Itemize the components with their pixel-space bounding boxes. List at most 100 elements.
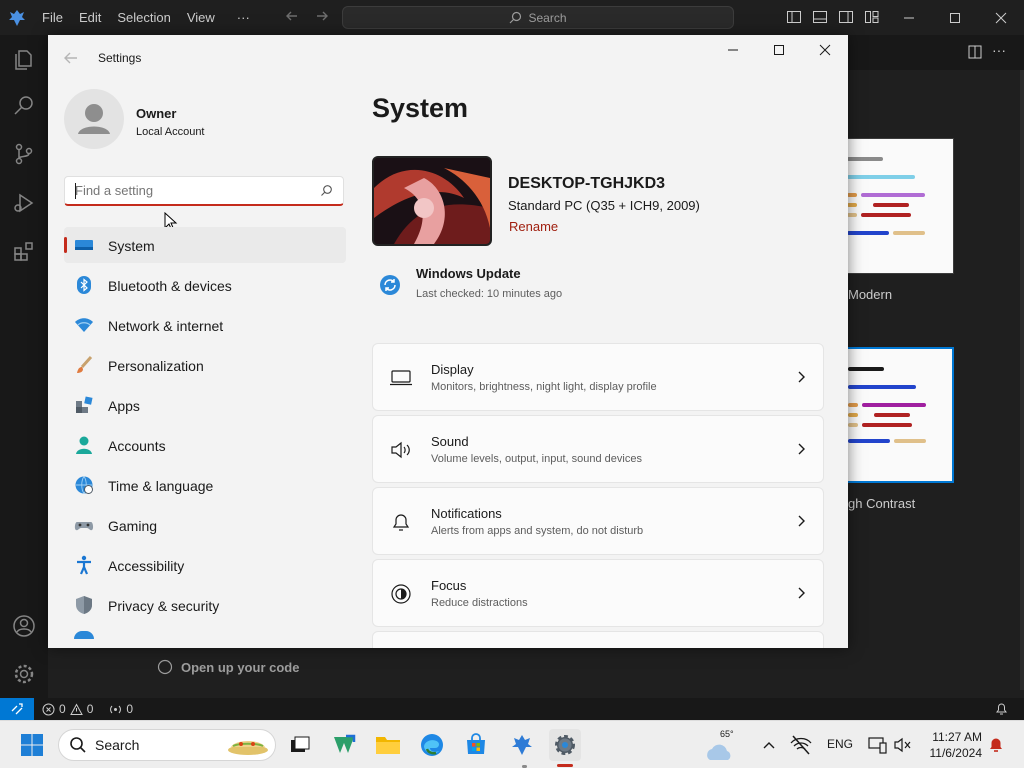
minimize-icon <box>728 49 738 51</box>
menu-file[interactable]: File <box>34 0 71 35</box>
vscode-minimize-button[interactable] <box>886 0 932 35</box>
vscode-maximize-button[interactable] <box>932 0 978 35</box>
menu-selection[interactable]: Selection <box>109 0 178 35</box>
theme-preview-high-contrast[interactable] <box>846 347 954 483</box>
notification-bell-icon[interactable] <box>988 736 1004 754</box>
avatar[interactable] <box>64 89 124 149</box>
settings-card-sound[interactable]: Sound Volume levels, output, input, soun… <box>372 415 824 483</box>
windows-update-status: Last checked: 10 minutes ago <box>416 288 563 300</box>
rename-link[interactable]: Rename <box>509 219 558 234</box>
nav-label: System <box>108 238 155 254</box>
nav-item-network[interactable]: Network & internet <box>64 307 346 343</box>
nav-item-personalization[interactable]: Personalization <box>64 347 346 383</box>
nav-item-accessibility[interactable]: Accessibility <box>64 547 346 583</box>
text-caret <box>75 183 76 199</box>
accessibility-icon <box>77 555 91 575</box>
weather-cloud-icon[interactable] <box>704 735 740 767</box>
taskbar-app-vscode-insiders[interactable] <box>328 729 360 761</box>
settings-search-input[interactable] <box>75 183 305 198</box>
taskbar-app-file-explorer[interactable] <box>372 729 404 761</box>
device-name: DESKTOP-TGHJKD3 <box>508 175 666 192</box>
chevron-up-icon[interactable] <box>762 739 776 751</box>
vscode-close-button[interactable] <box>978 0 1024 35</box>
taskbar-clock[interactable]: 11:27 AM 11/6/2024 <box>922 729 983 761</box>
settings-search-box[interactable] <box>64 176 344 206</box>
theme-preview-modern[interactable] <box>846 138 954 274</box>
monitor-icon <box>390 370 412 386</box>
settings-window-title: Settings <box>98 51 142 65</box>
toggle-panel-icon[interactable] <box>812 9 828 25</box>
taskbar-search-box[interactable]: Search <box>58 729 276 761</box>
nav-forward-icon[interactable] <box>314 8 330 24</box>
nav-item-gaming[interactable]: Gaming <box>64 507 346 543</box>
menu-more[interactable]: ··· <box>223 0 258 35</box>
network-disconnected-icon[interactable] <box>790 735 812 755</box>
visual-studio-icon <box>334 734 356 753</box>
accounts-icon[interactable] <box>12 614 36 638</box>
nav-item-accounts[interactable]: Accounts <box>64 427 346 463</box>
source-control-icon[interactable] <box>12 142 36 166</box>
settings-close-button[interactable] <box>802 35 848 65</box>
toggle-primary-sidebar-icon[interactable] <box>786 9 802 25</box>
vscode-title-bar: File Edit Selection View ··· Search <box>0 0 1024 35</box>
windows-update-title[interactable]: Windows Update <box>416 266 521 281</box>
vscode-logo-icon <box>0 0 34 35</box>
nav-item-time-language[interactable]: Time & language <box>64 467 346 503</box>
windows-start-icon[interactable] <box>20 733 44 757</box>
language-indicator[interactable]: ENG <box>827 737 853 751</box>
volume-muted-icon[interactable] <box>894 737 912 753</box>
wallpaper-image <box>374 158 490 244</box>
menu-edit[interactable]: Edit <box>71 0 109 35</box>
extensions-icon[interactable] <box>12 240 36 264</box>
remote-indicator[interactable] <box>0 698 34 720</box>
customize-layout-icon[interactable] <box>864 9 880 25</box>
taskbar-app-settings[interactable] <box>549 729 581 761</box>
nav-item-privacy-security[interactable]: Privacy & security <box>64 587 346 623</box>
search-view-icon[interactable] <box>12 94 36 118</box>
apps-icon <box>76 396 93 413</box>
search-icon <box>70 737 86 753</box>
run-debug-icon[interactable] <box>12 191 36 215</box>
taskbar-task-view[interactable] <box>284 729 316 761</box>
settings-card-partial[interactable] <box>372 631 824 648</box>
bell-icon <box>392 514 410 531</box>
settings-card-display[interactable]: Display Monitors, brightness, night ligh… <box>372 343 824 411</box>
editor-scrollbar[interactable] <box>1020 70 1024 690</box>
settings-card-focus[interactable]: Focus Reduce distractions <box>372 559 824 627</box>
nav-label: Privacy & security <box>108 598 220 614</box>
manage-gear-icon[interactable] <box>12 662 36 686</box>
split-editor-icon[interactable] <box>968 45 982 59</box>
gamepad-icon <box>74 522 94 531</box>
nav-item-bluetooth-devices[interactable]: Bluetooth & devices <box>64 267 346 303</box>
settings-minimize-button[interactable] <box>710 35 756 65</box>
nav-back-icon[interactable] <box>284 8 300 24</box>
windows-update-icon[interactable] <box>379 274 401 296</box>
settings-card-notifications[interactable]: Notifications Alerts from apps and syste… <box>372 487 824 555</box>
display-switch-icon[interactable] <box>868 735 888 755</box>
explorer-icon[interactable] <box>12 48 36 72</box>
nav-item-apps[interactable]: Apps <box>64 387 346 423</box>
back-arrow-icon[interactable] <box>62 49 80 67</box>
menu-view[interactable]: View <box>179 0 223 35</box>
warning-icon <box>69 702 83 715</box>
broadcast-icon <box>110 705 122 713</box>
taskbar-app-store[interactable] <box>460 729 492 761</box>
user-silhouette-icon <box>78 104 110 134</box>
problems-indicator[interactable]: 0 0 <box>42 702 93 716</box>
command-center-search[interactable]: Search <box>342 6 734 29</box>
nav-item-system[interactable]: System <box>64 227 346 263</box>
toggle-secondary-sidebar-icon[interactable] <box>838 9 854 25</box>
taskbar-app-edge[interactable] <box>416 729 448 761</box>
taskbar-search-label: Search <box>95 737 140 753</box>
task-view-icon <box>291 736 310 752</box>
more-actions-icon[interactable]: ··· <box>992 42 1006 58</box>
error-count: 0 <box>59 702 66 716</box>
search-icon <box>321 185 332 196</box>
card-description: Monitors, brightness, night light, displ… <box>431 381 657 393</box>
notifications-bell-icon[interactable] <box>995 702 1008 716</box>
nav-label: Accessibility <box>108 558 185 574</box>
taskbar-app-vscode[interactable] <box>506 729 538 761</box>
open-code-checkbox[interactable]: Open up your code <box>157 659 299 675</box>
ports-indicator[interactable]: 0 <box>109 702 133 716</box>
settings-maximize-button[interactable] <box>756 35 802 65</box>
